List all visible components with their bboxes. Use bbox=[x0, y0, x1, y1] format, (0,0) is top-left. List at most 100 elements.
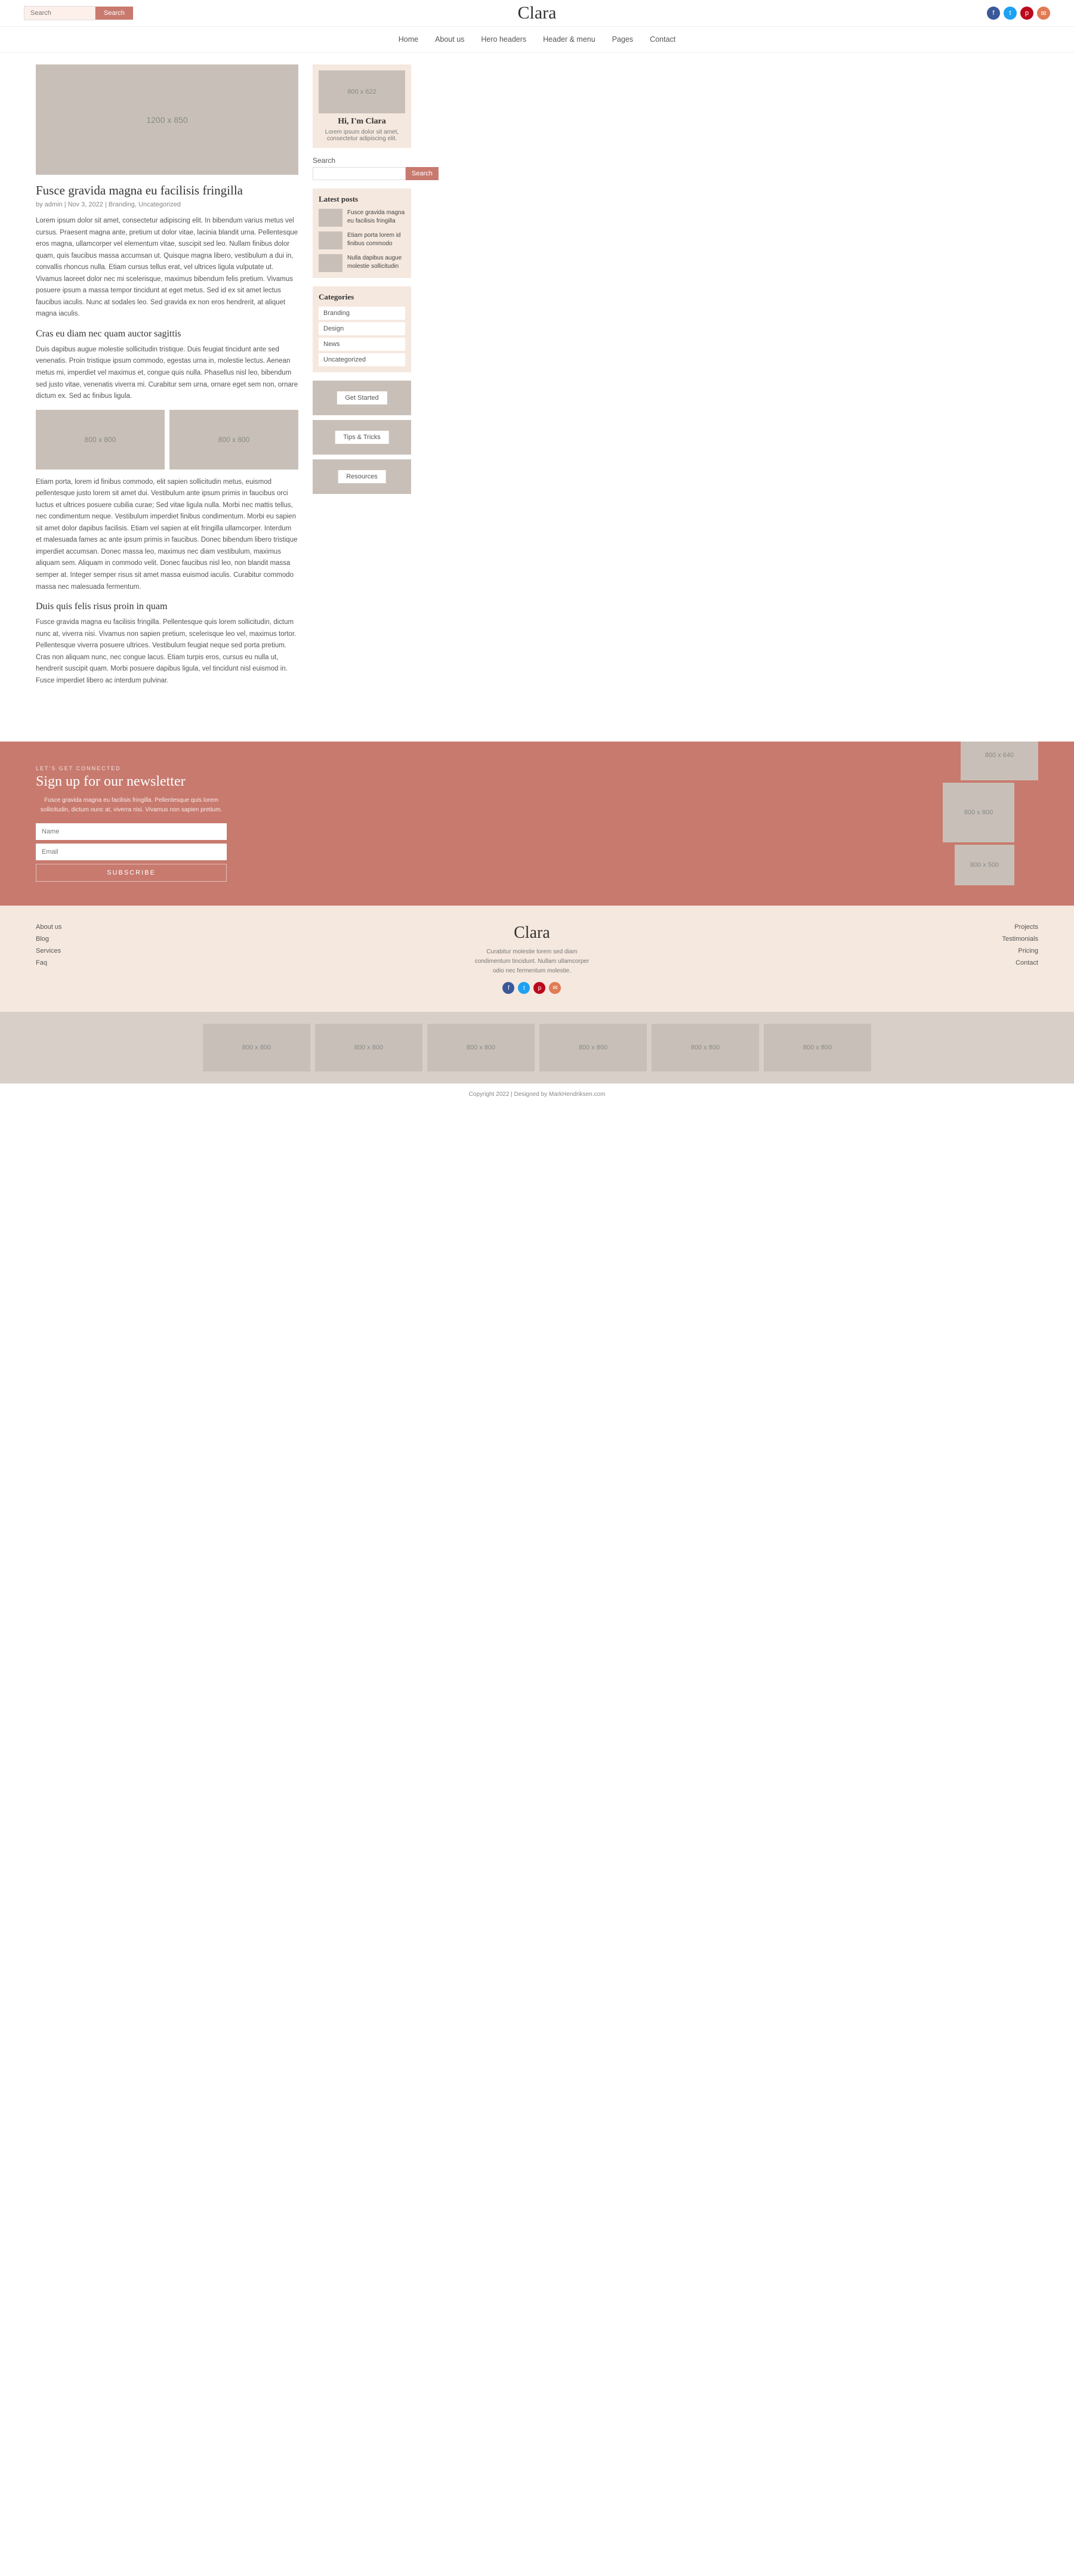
sidebar-search-button[interactable]: Search bbox=[406, 167, 439, 180]
newsletter-email-input[interactable] bbox=[36, 844, 227, 860]
article-subheading-1: Cras eu diam nec quam auctor sagittis bbox=[36, 329, 298, 339]
resources-button[interactable]: Resources bbox=[338, 470, 386, 483]
newsletter-name-input[interactable] bbox=[36, 823, 227, 840]
search-input[interactable] bbox=[24, 6, 95, 20]
nav-header-menu[interactable]: Header & menu bbox=[543, 35, 595, 44]
dual-images: 800 x 800 800 x 800 bbox=[36, 410, 298, 470]
content-area: 1200 x 850 Fusce gravida magna eu facili… bbox=[0, 52, 1074, 706]
gallery-item-1[interactable]: 800 x 800 bbox=[203, 1024, 310, 1071]
latest-post-item-1[interactable]: Fusce gravida magna eu facilisis fringil… bbox=[319, 209, 405, 227]
sidebar-search-label: Search bbox=[313, 156, 411, 165]
latest-post-item-2[interactable]: Etiam porta lorem id finibus commodo bbox=[319, 231, 405, 249]
category-uncategorized[interactable]: Uncategorized bbox=[319, 353, 405, 366]
sidebar: 800 x 622 Hi, I'm Clara Lorem ipsum dolo… bbox=[313, 64, 411, 694]
email-icon[interactable]: ✉ bbox=[1037, 7, 1050, 20]
copyright: Copyright 2022 | Designed by MarkHendrik… bbox=[0, 1083, 1074, 1105]
nav-contact[interactable]: Contact bbox=[650, 35, 675, 44]
footer-projects-link[interactable]: Projects bbox=[1002, 923, 1038, 931]
cta-tips-tricks: Tips & Tricks bbox=[313, 420, 411, 455]
footer-contact-link[interactable]: Contact bbox=[1002, 959, 1038, 966]
newsletter-image-mid: 800 x 800 bbox=[943, 783, 1014, 842]
article-title: Fusce gravida magna eu facilisis fringil… bbox=[36, 183, 298, 198]
footer-logo: Clara bbox=[472, 923, 591, 943]
newsletter-title: Sign up for our newsletter bbox=[36, 774, 227, 790]
post-title-2: Etiam porta lorem id finibus commodo bbox=[347, 231, 405, 248]
gallery-item-6[interactable]: 800 x 800 bbox=[764, 1024, 871, 1071]
bottom-gallery: 800 x 800 800 x 800 800 x 800 800 x 800 … bbox=[0, 1012, 1074, 1083]
cta-get-started: Get Started bbox=[313, 381, 411, 415]
footer-twitter-icon[interactable]: t bbox=[518, 982, 530, 994]
footer-blog-link[interactable]: Blog bbox=[36, 935, 61, 943]
latest-post-item-3[interactable]: Nulla dapibus augue molestie sollicitudi… bbox=[319, 254, 405, 272]
nav-pages[interactable]: Pages bbox=[612, 35, 633, 44]
profile-title: Hi, I'm Clara bbox=[319, 117, 405, 126]
article-body-1: Lorem ipsum dolor sit amet, consectetur … bbox=[36, 215, 298, 320]
post-title-3: Nulla dapibus augue molestie sollicitudi… bbox=[347, 254, 405, 271]
footer-social-icons: f t p ✉ bbox=[472, 982, 591, 994]
search-button[interactable]: Search bbox=[95, 7, 133, 20]
post-thumb-1 bbox=[319, 209, 342, 227]
nav-hero-headers[interactable]: Hero headers bbox=[481, 35, 526, 44]
footer-services-link[interactable]: Services bbox=[36, 947, 61, 955]
header-search: Search bbox=[24, 6, 133, 20]
category-design[interactable]: Design bbox=[319, 322, 405, 335]
article-image-left: 800 x 800 bbox=[36, 410, 165, 470]
article-body-2: Duis dapibus augue molestie sollicitudin… bbox=[36, 344, 298, 403]
main-nav: Home About us Hero headers Header & menu… bbox=[0, 27, 1074, 52]
latest-posts-title: Latest posts bbox=[319, 194, 405, 204]
top-header: Search Clara f t p ✉ bbox=[0, 0, 1074, 27]
gallery-item-3[interactable]: 800 x 800 bbox=[427, 1024, 535, 1071]
newsletter-image-top: 800 x 640 bbox=[961, 742, 1038, 780]
profile-image: 800 x 622 bbox=[319, 70, 405, 113]
article-meta: by admin | Nov 3, 2022 | Branding, Uncat… bbox=[36, 201, 298, 208]
gallery-item-2[interactable]: 800 x 800 bbox=[315, 1024, 422, 1071]
newsletter-image-bot: 800 x 500 bbox=[955, 845, 1014, 885]
sidebar-profile: 800 x 622 Hi, I'm Clara Lorem ipsum dolo… bbox=[313, 64, 411, 148]
footer-body: Curabitur molestie lorem sed diam condim… bbox=[472, 947, 591, 976]
footer-pricing-link[interactable]: Pricing bbox=[1002, 947, 1038, 955]
post-title-1: Fusce gravida magna eu facilisis fringil… bbox=[347, 209, 405, 226]
social-icons-group: f t p ✉ bbox=[987, 7, 1050, 20]
newsletter-section: LET'S GET CONNECTED Sign up for our news… bbox=[0, 742, 1074, 906]
twitter-icon[interactable]: t bbox=[1004, 7, 1017, 20]
sidebar-search: Search Search bbox=[313, 156, 411, 180]
nav-about[interactable]: About us bbox=[435, 35, 464, 44]
latest-posts: Latest posts Fusce gravida magna eu faci… bbox=[313, 189, 411, 278]
footer-main: About us Blog Services Faq Clara Curabit… bbox=[0, 906, 1074, 1012]
sidebar-search-input[interactable] bbox=[313, 167, 406, 180]
article-image-right: 800 x 800 bbox=[169, 410, 298, 470]
pinterest-icon[interactable]: p bbox=[1020, 7, 1033, 20]
footer-facebook-icon[interactable]: f bbox=[502, 982, 514, 994]
gallery-item-5[interactable]: 800 x 800 bbox=[652, 1024, 759, 1071]
footer-pinterest-icon[interactable]: p bbox=[533, 982, 545, 994]
category-branding[interactable]: Branding bbox=[319, 307, 405, 320]
article-body-3: Etiam porta, lorem id finibus commodo, e… bbox=[36, 477, 298, 593]
post-thumb-2 bbox=[319, 231, 342, 249]
newsletter-form: SUBSCRIBE bbox=[36, 823, 227, 882]
newsletter-images: 800 x 640 800 x 800 800 x 500 bbox=[943, 742, 1038, 885]
categories-title: Categories bbox=[319, 292, 405, 302]
footer-testimonials-link[interactable]: Testimonials bbox=[1002, 935, 1038, 943]
footer-right-links: Projects Testimonials Pricing Contact bbox=[1002, 923, 1038, 966]
subscribe-button[interactable]: SUBSCRIBE bbox=[36, 864, 227, 882]
footer-center: Clara Curabitur molestie lorem sed diam … bbox=[472, 923, 591, 994]
get-started-button[interactable]: Get Started bbox=[337, 391, 387, 404]
site-logo: Clara bbox=[518, 3, 557, 23]
spacer bbox=[0, 706, 1074, 742]
footer-about-link[interactable]: About us bbox=[36, 923, 61, 931]
facebook-icon[interactable]: f bbox=[987, 7, 1000, 20]
profile-text: Lorem ipsum dolor sit amet, consectetur … bbox=[319, 129, 405, 142]
category-news[interactable]: News bbox=[319, 338, 405, 351]
main-column: 1200 x 850 Fusce gravida magna eu facili… bbox=[36, 64, 298, 694]
article-subheading-2: Duis quis felis risus proin in quam bbox=[36, 601, 298, 612]
footer-faq-link[interactable]: Faq bbox=[36, 959, 61, 966]
hero-image: 1200 x 850 bbox=[36, 64, 298, 175]
nav-home[interactable]: Home bbox=[399, 35, 418, 44]
tips-tricks-button[interactable]: Tips & Tricks bbox=[335, 431, 389, 444]
article-body-4: Fusce gravida magna eu facilisis fringil… bbox=[36, 617, 298, 687]
footer-left-links: About us Blog Services Faq bbox=[36, 923, 61, 966]
cta-resources: Resources bbox=[313, 459, 411, 494]
gallery-item-4[interactable]: 800 x 800 bbox=[539, 1024, 647, 1071]
categories-section: Categories Branding Design News Uncatego… bbox=[313, 286, 411, 372]
footer-email-icon[interactable]: ✉ bbox=[549, 982, 561, 994]
